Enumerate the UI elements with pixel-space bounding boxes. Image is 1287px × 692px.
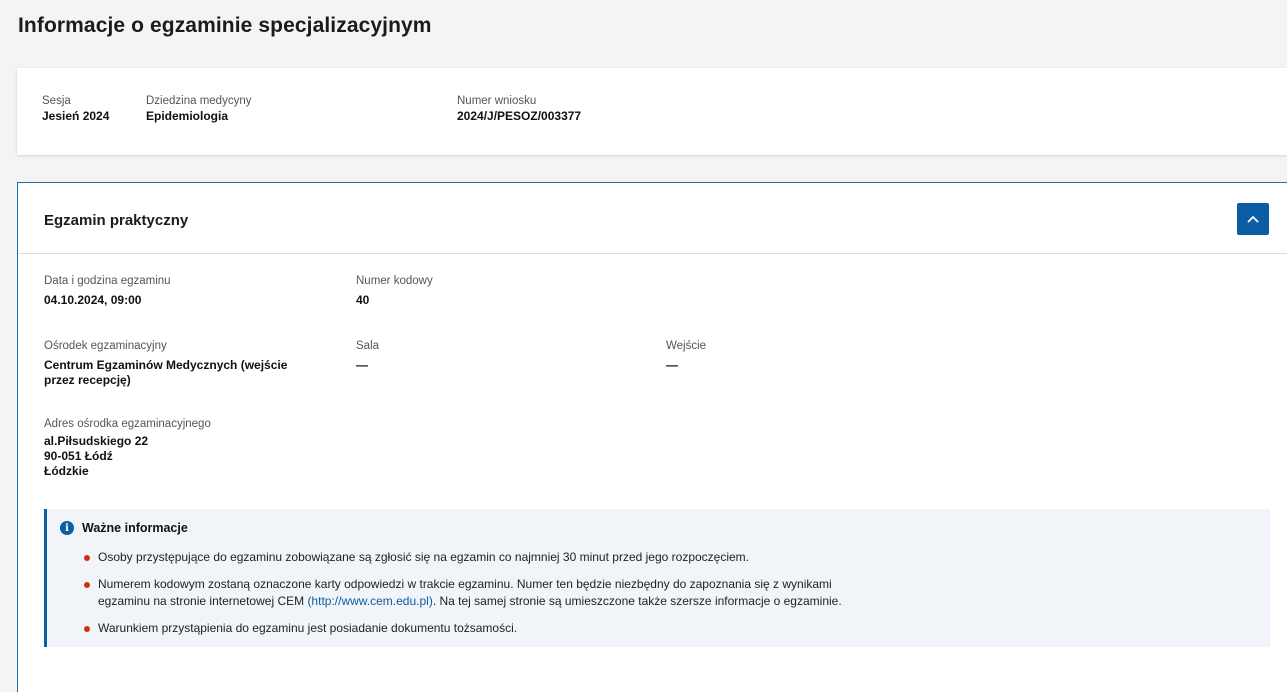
exam-card-header: Egzamin praktyczny: [18, 183, 1287, 254]
info-item-2-part-2: egzaminu na stronie internetowej CEM: [98, 594, 308, 608]
important-info-box: i Ważne informacje Osoby przystępujące d…: [44, 509, 1270, 647]
session-label: Sesja: [42, 95, 71, 107]
list-item: Osoby przystępujące do egzaminu zobowiąz…: [79, 549, 1259, 567]
code-number-value: 40: [356, 293, 370, 307]
exam-center-field: Ośrodek egzaminacyjny Centrum Egzaminów …: [44, 339, 319, 388]
entrance-value: —: [666, 358, 678, 372]
room-field: Sala —: [356, 339, 379, 373]
code-number-field: Numer kodowy 40: [356, 274, 433, 308]
exam-datetime-value: 04.10.2024, 09:00: [44, 293, 142, 307]
session-value: Jesień 2024: [42, 109, 110, 123]
info-item-2-part-3: . Na tej samej stronie są umieszczone ta…: [432, 594, 842, 608]
list-item: Numerem kodowym zostaną oznaczone karty …: [79, 576, 1259, 611]
room-value: —: [356, 358, 368, 372]
info-item-3: Warunkiem przystąpienia do egzaminu jest…: [98, 620, 518, 635]
address-line-1: al.Piłsudskiego 22: [44, 434, 149, 448]
center-address-label: Adres ośrodka egzaminacyjnego: [44, 418, 211, 430]
exam-title: Egzamin praktyczny: [44, 212, 189, 229]
list-item: Warunkiem przystąpienia do egzaminu jest…: [79, 620, 1259, 638]
important-info-list: Osoby przystępujące do egzaminu zobowiąz…: [79, 549, 1259, 646]
medical-field-label: Dziedzina medycyny: [146, 95, 252, 107]
session-field: Sesja Jesień 2024: [42, 94, 109, 124]
chevron-up-icon: [1247, 216, 1259, 223]
application-number-field: Numer wniosku 2024/J/PESOZ/003377: [457, 94, 581, 124]
bullet-icon: [84, 625, 90, 632]
collapse-button[interactable]: [1237, 203, 1269, 235]
application-number-label: Numer wniosku: [457, 95, 537, 107]
exam-card: Egzamin praktyczny Data i godzina egzami…: [17, 182, 1287, 692]
exam-center-label: Ośrodek egzaminacyjny: [44, 340, 167, 352]
bullet-icon: [84, 581, 90, 588]
room-label: Sala: [356, 340, 380, 352]
entrance-field: Wejście —: [666, 339, 706, 373]
exam-center-value: Centrum Egzaminów Medycznych (wejście pr…: [44, 358, 288, 387]
medical-field-value: Epidemiologia: [146, 109, 229, 123]
important-info-heading: Ważne informacje: [82, 521, 188, 535]
exam-datetime-field: Data i godzina egzaminu 04.10.2024, 09:0…: [44, 274, 171, 308]
address-line-2: 90-051 Łódź: [44, 449, 113, 463]
info-item-2-part-1: Numerem kodowym zostaną oznaczone karty …: [98, 576, 832, 591]
center-address-field: Adres ośrodka egzaminacyjnego al.Piłsuds…: [44, 417, 211, 479]
summary-card: Sesja Jesień 2024 Dziedzina medycyny Epi…: [17, 68, 1287, 155]
medical-field: Dziedzina medycyny Epidemiologia: [146, 94, 251, 124]
code-number-label: Numer kodowy: [356, 275, 433, 287]
cem-website-link[interactable]: (http://www.cem.edu.pl): [307, 594, 432, 608]
info-item-1: Osoby przystępujące do egzaminu zobowiąz…: [98, 550, 750, 564]
application-number-value: 2024/J/PESOZ/003377: [457, 109, 582, 123]
page-title: Informacje o egzaminie specjalizacyjnym: [18, 14, 432, 37]
info-icon: i: [60, 521, 74, 535]
bullet-icon: [84, 555, 90, 561]
entrance-label: Wejście: [666, 340, 707, 352]
important-info-title: i Ważne informacje: [60, 521, 188, 535]
address-line-3: Łódzkie: [44, 464, 89, 478]
exam-datetime-label: Data i godzina egzaminu: [44, 275, 171, 287]
